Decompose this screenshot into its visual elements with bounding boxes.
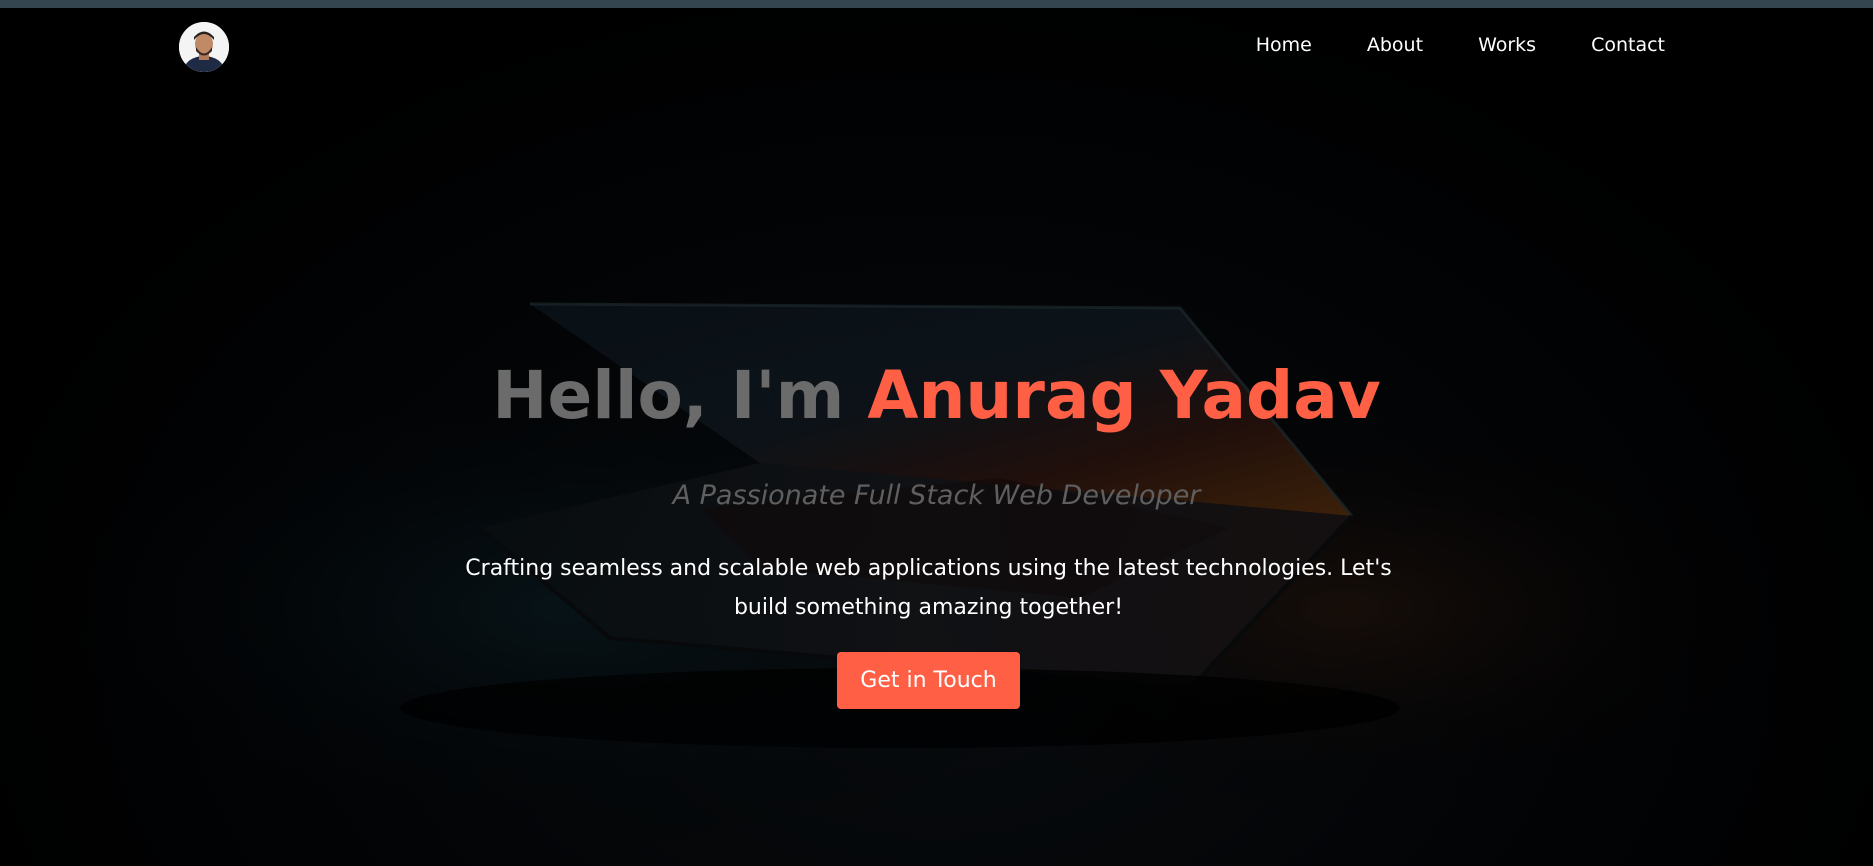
hero-subtitle: A Passionate Full Stack Web Developer: [672, 480, 1201, 511]
nav-link-about[interactable]: About: [1367, 34, 1423, 56]
hero-content: Hello, I'm Anurag Yadav A Passionate Ful…: [0, 0, 1873, 866]
top-navigation: Home About Works Contact: [0, 8, 1873, 88]
avatar[interactable]: [179, 22, 229, 72]
nav-links: Home About Works Contact: [1201, 34, 1665, 56]
nav-link-works[interactable]: Works: [1478, 34, 1536, 56]
hero-greeting: Hello, I'm: [492, 357, 868, 434]
nav-link-contact[interactable]: Contact: [1591, 34, 1665, 56]
nav-link-home[interactable]: Home: [1256, 34, 1312, 56]
hero-headline: Hello, I'm Anurag Yadav: [0, 356, 1873, 436]
hero-name: Anurag Yadav: [867, 357, 1381, 434]
profile-photo-icon: [179, 22, 229, 72]
hero-description: Crafting seamless and scalable web appli…: [465, 556, 1392, 620]
get-in-touch-button[interactable]: Get in Touch: [837, 652, 1020, 709]
